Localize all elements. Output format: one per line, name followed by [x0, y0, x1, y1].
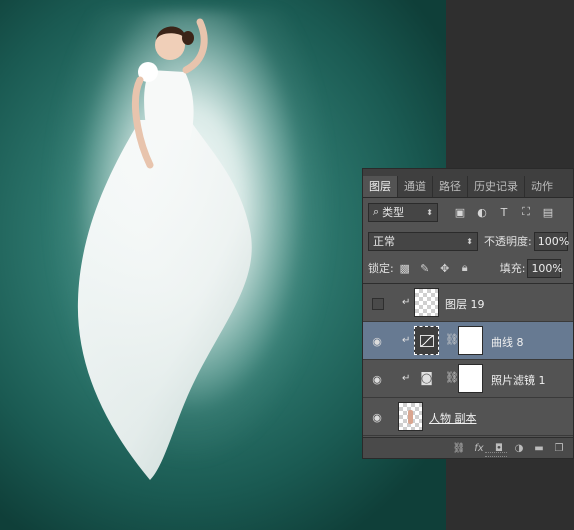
- layer-name[interactable]: 人物 副本: [429, 410, 477, 426]
- lock-image-icon[interactable]: ✎: [418, 261, 432, 275]
- fill-label: 填充:: [499, 262, 526, 275]
- mask-link-icon[interactable]: ⛓: [445, 333, 459, 346]
- layer-row[interactable]: ◉ 人物 副本: [363, 398, 573, 436]
- search-icon: ⌕: [373, 205, 380, 218]
- adjustment-filter-icon[interactable]: ◐: [474, 204, 490, 220]
- smart-object-filter-icon[interactable]: ▤: [540, 204, 556, 220]
- tab-history[interactable]: 历史记录: [468, 176, 525, 197]
- layer-thumbnail: [398, 402, 423, 431]
- layer-row[interactable]: ↵ 图层 19: [363, 284, 573, 322]
- tab-actions[interactable]: 动作: [525, 176, 559, 197]
- clipping-arrow-icon: ↵: [402, 373, 411, 384]
- lock-fill-row: 锁定: ▩ ✎ ✥ 🔒︎ 填充: 100%: [363, 257, 573, 279]
- dropdown-arrow-icon: ⬍: [426, 207, 433, 217]
- filter-type-dropdown[interactable]: ⌕ 类型 ⬍: [368, 202, 438, 222]
- fill-input[interactable]: 100%: [527, 258, 563, 278]
- layer-name[interactable]: 曲线 8: [491, 334, 524, 350]
- layer-row[interactable]: ◉ ↵ ◙ ⛓ 照片滤镜 1: [363, 360, 573, 398]
- layers-panel: 图层 通道 路径 历史记录 动作 ⌕ 类型 ⬍ ▣ ◐ T ⛶ ▤ 正常 ⬍ 不…: [362, 168, 574, 459]
- opacity-input[interactable]: 100%: [533, 231, 569, 251]
- layer-row[interactable]: ◉ ↵ ⛓ 曲线 8: [363, 322, 573, 360]
- clipping-arrow-icon: ↵: [402, 335, 411, 346]
- mask-link-icon[interactable]: ⛓: [445, 371, 459, 384]
- eye-icon[interactable]: ◉: [369, 371, 385, 387]
- lock-position-icon[interactable]: ✥: [438, 261, 452, 275]
- shape-filter-icon[interactable]: ⛶: [518, 204, 534, 220]
- new-layer-icon[interactable]: ❐: [549, 440, 569, 456]
- new-group-icon[interactable]: ▬: [529, 440, 549, 456]
- tab-paths[interactable]: 路径: [433, 176, 468, 197]
- filter-type-label: 类型: [382, 206, 405, 219]
- layers-list: ↵ 图层 19 ◉ ↵ ⛓ 曲线 8 ◉ ↵ ◙ ⛓ 照片滤镜 1 ◉ 人物 副…: [363, 283, 573, 436]
- layer-filter-row: ⌕ 类型 ⬍ ▣ ◐ T ⛶ ▤: [363, 200, 573, 224]
- layer-mask-thumbnail[interactable]: [458, 326, 483, 355]
- clipping-arrow-icon: ↵: [402, 297, 411, 308]
- eye-icon[interactable]: ◉: [369, 409, 385, 425]
- type-filter-icon[interactable]: T: [496, 204, 512, 220]
- tab-channels[interactable]: 通道: [398, 176, 433, 197]
- dropdown-arrow-icon: ⬍: [466, 236, 473, 246]
- panel-footer: ⛓ fx ◘ ◑ ▬ ❐: [363, 437, 573, 458]
- lock-label: 锁定:: [368, 262, 394, 275]
- tab-layers[interactable]: 图层: [363, 176, 398, 197]
- blend-opacity-row: 正常 ⬍ 不透明度: 100%: [363, 229, 573, 253]
- pixel-filter-icon[interactable]: ▣: [452, 204, 468, 220]
- visibility-toggle-off[interactable]: [372, 298, 384, 310]
- blend-mode-dropdown[interactable]: 正常 ⬍: [368, 231, 478, 251]
- eye-icon[interactable]: ◉: [369, 333, 385, 349]
- opacity-label: 不透明度:: [484, 235, 532, 248]
- layer-name[interactable]: 图层 19: [445, 296, 485, 312]
- layer-name[interactable]: 照片滤镜 1: [491, 372, 546, 388]
- blend-mode-label: 正常: [373, 235, 395, 248]
- photo-filter-adjustment-icon: ◙: [414, 364, 439, 393]
- resize-grip[interactable]: [485, 452, 507, 457]
- lock-transparent-icon[interactable]: ▩: [398, 261, 412, 275]
- layer-thumbnail: [414, 288, 439, 317]
- adjustment-layer-icon[interactable]: ◑: [509, 440, 529, 456]
- layer-mask-thumbnail[interactable]: [458, 364, 483, 393]
- lock-all-icon[interactable]: 🔒︎: [458, 261, 472, 275]
- curves-adjustment-icon: [414, 326, 439, 355]
- link-layers-icon[interactable]: ⛓: [449, 440, 469, 456]
- panel-tabs: 图层 通道 路径 历史记录 动作: [363, 169, 573, 198]
